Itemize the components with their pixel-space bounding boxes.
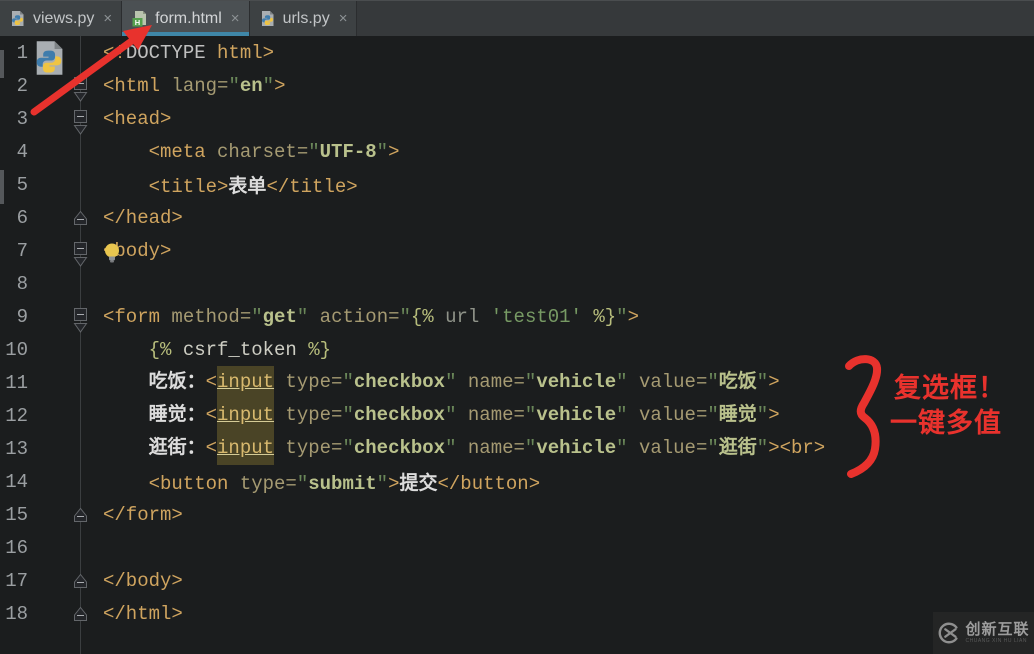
line-number: 18	[5, 602, 28, 625]
code-text: <meta charset="UTF-8">	[148, 140, 400, 163]
fold-end-icon[interactable]	[73, 573, 88, 589]
fold-end-icon[interactable]	[73, 507, 88, 523]
annotation-note-line1: 复选框！	[894, 373, 1006, 403]
code-line[interactable]: 1 <!DOCTYPE html>	[0, 36, 1034, 69]
close-icon[interactable]: ×	[103, 10, 112, 27]
line-number: 1	[16, 41, 28, 64]
code-line[interactable]: 2 <html lang="en">	[0, 69, 1034, 102]
tab-views-py[interactable]: views.py ×	[0, 1, 123, 36]
code-line[interactable]: 14 <button type="submit">提交</button>	[0, 465, 1034, 498]
code-line[interactable]: 13 逛街：<input type="checkbox" name="vehicl…	[0, 432, 1034, 465]
line-number: 12	[5, 404, 28, 427]
code-text: </body>	[103, 569, 183, 592]
python-file-icon	[9, 10, 26, 27]
code-line[interactable]: 15 </form>	[0, 498, 1034, 531]
line-number: 17	[5, 569, 28, 592]
watermark-logo-icon	[937, 621, 961, 645]
line-number: 14	[5, 470, 28, 493]
line-number: 13	[5, 437, 28, 460]
window-edge-artifact	[0, 170, 4, 204]
tab-label: form.html	[155, 9, 222, 27]
svg-text:H: H	[135, 18, 140, 27]
code-text: <head>	[103, 107, 172, 130]
line-number: 11	[5, 371, 28, 394]
code-text: <form method="get" action="{% url 'test0…	[103, 305, 639, 328]
code-line[interactable]: 16	[0, 531, 1034, 564]
watermark-subtitle: CHUANG XIN HU LIAN	[965, 638, 1027, 644]
tab-label: urls.py	[282, 9, 330, 27]
fold-collapse-icon[interactable]	[73, 76, 88, 103]
tab-form-html[interactable]: Hform.html ×	[122, 1, 250, 36]
code-text: 睡觉：<input type="checkbox" name="vehicle"…	[103, 399, 780, 432]
code-text: </head>	[103, 206, 183, 229]
code-text: 吃饭：<input type="checkbox" name="vehicle"…	[103, 366, 780, 399]
python-file-drag-icon	[30, 38, 68, 78]
watermark: 创新互联 CHUANG XIN HU LIAN	[933, 612, 1034, 654]
code-line[interactable]: 11 吃饭：<input type="checkbox" name="vehicl…	[0, 366, 1034, 399]
highlighted-identifier: input	[217, 399, 275, 432]
code-text: {% csrf_token %}	[148, 338, 332, 361]
line-number: 15	[5, 503, 28, 526]
tab-label: views.py	[33, 9, 95, 27]
window-edge-artifact	[0, 50, 4, 78]
lightbulb-icon[interactable]	[104, 243, 120, 265]
html-file-icon: H	[131, 10, 148, 27]
code-line[interactable]: 12 睡觉：<input type="checkbox" name="vehicl…	[0, 399, 1034, 432]
watermark-brand: 创新互联	[965, 621, 1030, 638]
line-number: 9	[16, 305, 28, 328]
close-icon[interactable]: ×	[339, 10, 348, 27]
close-icon[interactable]: ×	[231, 10, 240, 27]
line-number: 5	[16, 173, 28, 196]
annotation-note-line2: 一键多值	[890, 408, 1002, 438]
line-number: 8	[16, 272, 28, 295]
editor-tab-bar: views.py × Hform.html × urls.py ×	[0, 0, 1034, 36]
fold-collapse-icon[interactable]	[73, 307, 88, 334]
line-number: 10	[5, 338, 28, 361]
ide-window: views.py × Hform.html × urls.py × 1 <!DOCTYPE …	[0, 0, 1034, 654]
line-number: 2	[16, 74, 28, 97]
line-number: 6	[16, 206, 28, 229]
tab-urls-py[interactable]: urls.py ×	[249, 1, 358, 36]
code-line[interactable]: 17 </body>	[0, 564, 1034, 597]
code-editor[interactable]: 1 <!DOCTYPE html> 2 <html lang="en"> 3 <head>…	[0, 36, 1034, 654]
code-line[interactable]: 4 <meta charset="UTF-8">	[0, 135, 1034, 168]
highlighted-identifier: input	[217, 366, 275, 399]
python-file-icon	[259, 10, 276, 27]
code-line[interactable]: 3 <head>	[0, 102, 1034, 135]
code-line[interactable]: 8	[0, 267, 1034, 300]
code-line[interactable]: 7 <body>	[0, 234, 1034, 267]
line-number: 4	[16, 140, 28, 163]
code-text: <!DOCTYPE html>	[103, 41, 275, 64]
code-text: <title>表单</title>	[148, 176, 358, 198]
code-line[interactable]: 6 </head>	[0, 201, 1034, 234]
code-line[interactable]: 5 <title>表单</title>	[0, 168, 1034, 201]
code-line[interactable]: 9 <form method="get" action="{% url 'test…	[0, 300, 1034, 333]
fold-collapse-icon[interactable]	[73, 109, 88, 136]
code-text: </form>	[103, 503, 183, 526]
highlighted-identifier: input	[217, 432, 275, 465]
code-text: 逛街：<input type="checkbox" name="vehicle"…	[103, 432, 825, 465]
code-line[interactable]: 10 {% csrf_token %}	[0, 333, 1034, 366]
fold-end-icon[interactable]	[73, 210, 88, 226]
line-number: 7	[16, 239, 28, 262]
fold-end-icon[interactable]	[73, 606, 88, 622]
code-text: <html lang="en">	[103, 74, 286, 97]
line-number: 3	[16, 107, 28, 130]
line-number: 16	[5, 536, 28, 559]
code-line[interactable]: 18 </html>	[0, 597, 1034, 630]
fold-collapse-icon[interactable]	[73, 241, 88, 268]
code-text: </html>	[103, 602, 183, 625]
code-text: <button type="submit">提交</button>	[148, 473, 541, 495]
